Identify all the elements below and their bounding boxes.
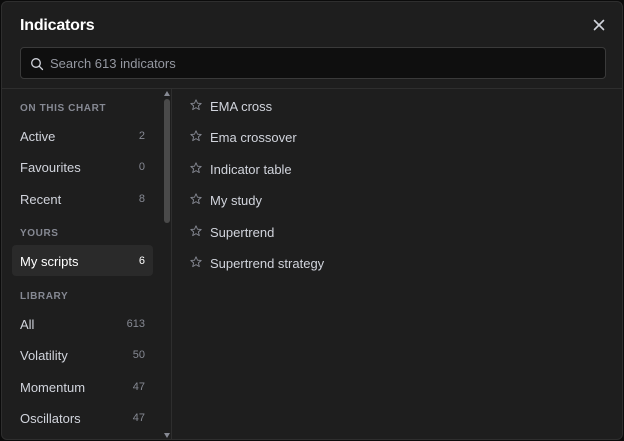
list-item[interactable]: Indicator table: [173, 153, 622, 184]
script-name: Supertrend strategy: [210, 256, 325, 271]
sidebar-item-count: 6: [138, 255, 145, 267]
sidebar-item-count: 50: [132, 349, 145, 361]
sidebar-item-oscillators[interactable]: Oscillators 47: [12, 402, 153, 433]
sidebar-item-count: 8: [138, 193, 145, 205]
dialog-header: Indicators: [2, 2, 622, 48]
sidebar-item-label: Volatility: [20, 348, 68, 363]
script-name: My study: [210, 193, 263, 208]
sidebar-item-volatility[interactable]: Volatility 50: [12, 339, 153, 370]
sidebar-item-favourites[interactable]: Favourites 0: [12, 151, 153, 182]
close-icon: [593, 19, 605, 31]
script-name: EMA cross: [210, 99, 273, 114]
sidebar-item-label: All: [20, 317, 35, 332]
scroll-up-arrow-icon[interactable]: [164, 91, 170, 96]
indicators-dialog: Indicators ON THIS CHART Active 2 Favour…: [1, 1, 623, 440]
sidebar-item-count: 0: [138, 161, 145, 173]
scripts-list: EMA cross Ema crossover Indicator table …: [173, 89, 622, 439]
section-label-on-this-chart: ON THIS CHART: [20, 103, 107, 114]
sidebar-item-count: 47: [132, 412, 145, 424]
search-icon: [31, 58, 44, 71]
sidebar-item-my-scripts[interactable]: My scripts 6: [12, 245, 153, 276]
list-item[interactable]: EMA cross: [173, 90, 622, 121]
sidebar-item-label: Momentum: [20, 380, 86, 395]
search-input[interactable]: [50, 48, 590, 78]
category-sidebar: ON THIS CHART Active 2 Favourites 0 Rece…: [2, 89, 172, 439]
sidebar-item-label: Oscillators: [20, 411, 81, 426]
sidebar-item-active[interactable]: Active 2: [12, 120, 153, 151]
star-icon[interactable]: [190, 99, 202, 111]
scroll-down-arrow-icon[interactable]: [164, 433, 170, 438]
list-item[interactable]: Ema crossover: [173, 121, 622, 152]
search-box[interactable]: [20, 47, 606, 79]
script-name: Indicator table: [210, 162, 292, 177]
section-label-yours: YOURS: [20, 228, 59, 239]
dialog-title: Indicators: [20, 17, 95, 34]
sidebar-item-label: Active: [20, 129, 56, 144]
sidebar-item-count: 613: [126, 318, 145, 330]
star-icon[interactable]: [190, 130, 202, 142]
star-icon[interactable]: [190, 225, 202, 237]
star-icon[interactable]: [190, 256, 202, 268]
section-label-library: LIBRARY: [20, 291, 69, 302]
sidebar-item-all[interactable]: All 613: [12, 308, 153, 339]
sidebar-scrollbar[interactable]: [163, 89, 171, 439]
sidebar-item-label: My scripts: [20, 254, 79, 269]
list-item[interactable]: Supertrend: [173, 216, 622, 247]
sidebar-item-recent[interactable]: Recent 8: [12, 183, 153, 214]
list-item[interactable]: My study: [173, 184, 622, 215]
sidebar-item-label: Recent: [20, 192, 62, 207]
script-name: Ema crossover: [210, 130, 297, 145]
sidebar-item-momentum[interactable]: Momentum 47: [12, 371, 153, 402]
list-item[interactable]: Supertrend strategy: [173, 247, 622, 278]
close-button[interactable]: [590, 16, 608, 34]
star-icon[interactable]: [190, 162, 202, 174]
sidebar-item-count: 2: [138, 130, 145, 142]
sidebar-item-count: 47: [132, 381, 145, 393]
star-icon[interactable]: [190, 193, 202, 205]
script-name: Supertrend: [210, 225, 275, 240]
scrollbar-thumb[interactable]: [164, 99, 170, 223]
sidebar-item-label: Favourites: [20, 160, 81, 175]
